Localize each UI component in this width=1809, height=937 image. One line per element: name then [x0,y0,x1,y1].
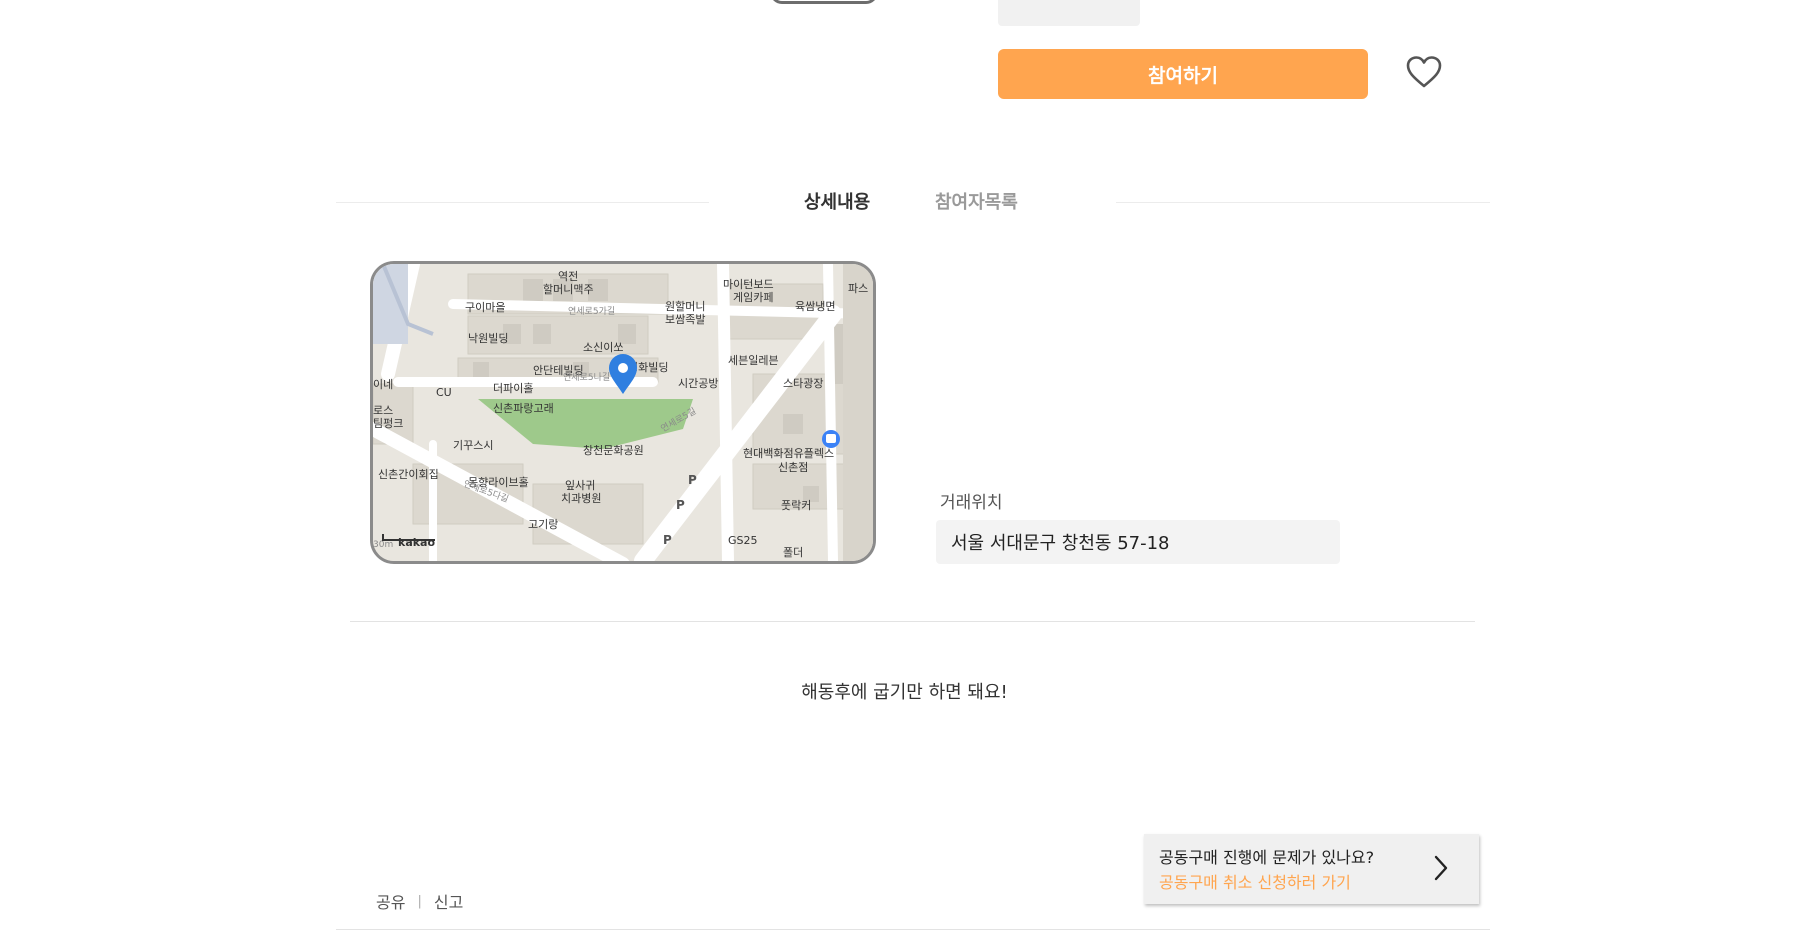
svg-text:소신이쏘: 소신이쏘 [583,341,623,354]
location-map[interactable]: 역전 할머니맥주 원할머니 보쌈족발 마이턴보드 게임카페 육쌈냉면 구이마을 … [370,261,876,564]
tabs-divider-right [1116,202,1490,203]
quantity-field-fragment [998,0,1140,26]
tabs-divider-left [336,202,709,203]
tab-details[interactable]: 상세내용 [804,188,870,214]
footer-links: 공유 | 신고 [376,889,463,913]
svg-text:30m: 30m [373,540,393,550]
svg-text:보쌈족발: 보쌈족발 [665,313,705,326]
cancel-request-banner[interactable]: 공동구매 진행에 문제가 있나요? 공동구매 취소 신청하러 가기 [1144,834,1479,904]
svg-text:CU: CU [436,386,452,399]
svg-text:마이턴보드: 마이턴보드 [723,278,774,291]
svg-text:육쌈냉면: 육쌈냉면 [795,300,835,313]
problem-question: 공동구매 진행에 문제가 있나요? [1159,848,1375,867]
footer-separator: | [417,893,422,909]
cancel-request-link[interactable]: 공동구매 취소 신청하러 가기 [1159,869,1351,893]
svg-text:고기랑: 고기랑 [528,518,558,531]
svg-text:역전: 역전 [558,270,578,283]
location-address: 서울 서대문구 창천동 57-18 [936,520,1340,564]
share-link[interactable]: 공유 [376,889,405,913]
svg-text:치과병원: 치과병원 [561,492,601,505]
svg-text:구이마을: 구이마을 [465,301,505,314]
report-link[interactable]: 신고 [434,889,463,913]
image-frame-bottom-edge [770,0,878,4]
svg-text:연세로5가길: 연세로5가길 [568,306,615,317]
svg-text:로스: 로스 [373,404,393,417]
svg-text:GS25: GS25 [728,534,758,547]
svg-text:kakao: kakao [398,536,435,549]
svg-text:이네: 이네 [373,378,393,391]
svg-text:더파이홀: 더파이홀 [493,382,533,395]
svg-text:신촌간이회집: 신촌간이회집 [378,468,439,481]
svg-text:스타광장: 스타광장 [783,377,823,390]
svg-text:폴더: 폴더 [783,546,803,559]
svg-text:할머니맥주: 할머니맥주 [543,283,594,296]
svg-text:세븐일레븐: 세븐일레븐 [728,353,779,367]
section-divider [350,621,1475,622]
svg-text:신촌점: 신촌점 [778,461,808,474]
svg-text:기꾸스시: 기꾸스시 [453,439,493,452]
svg-text:현대백화점유플렉스: 현대백화점유플렉스 [743,447,834,460]
heart-outline-icon [1406,56,1442,88]
svg-text:창천문화공원: 창천문화공원 [583,443,644,457]
product-description: 해동후에 굽기만 하면 돼요! [801,682,1008,703]
location-label: 거래위치 [940,493,1003,513]
svg-text:원할머니: 원할머니 [665,300,705,313]
svg-text:파스: 파스 [848,282,868,295]
svg-text:P: P [676,498,685,512]
svg-text:연세로5나길: 연세로5나길 [563,372,610,383]
svg-text:P: P [688,473,697,487]
svg-text:낙원빌딩: 낙원빌딩 [468,332,508,345]
svg-text:풋락커: 풋락커 [781,499,811,512]
like-button[interactable] [1404,52,1444,92]
svg-text:팀펑크: 팀펑크 [373,417,403,430]
svg-text:P: P [663,533,672,547]
join-button[interactable]: 참여하기 [998,49,1368,99]
svg-text:잎사귀: 잎사귀 [565,479,595,492]
footer-divider [336,929,1490,930]
svg-text:게임카페: 게임카페 [733,291,773,304]
svg-text:신촌파랑고래: 신촌파랑고래 [493,402,554,415]
svg-text:시간공방: 시간공방 [678,377,718,390]
chevron-right-icon [1434,855,1448,881]
tab-participants[interactable]: 참여자목록 [935,188,1018,214]
